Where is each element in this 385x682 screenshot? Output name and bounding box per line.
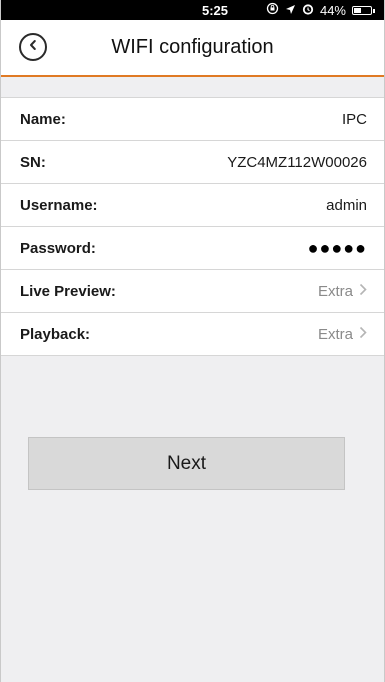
sn-value: YZC4MZ112W00026 [227, 153, 367, 171]
location-icon [285, 3, 296, 18]
nav-bar: WIFI configuration [1, 20, 384, 77]
status-icons: 44% [266, 2, 375, 18]
playback-value: Extra [317, 325, 353, 343]
playback-row[interactable]: Playback: Extra [1, 313, 384, 356]
page-title: WIFI configuration [111, 36, 274, 58]
username-label: Username: [20, 196, 98, 214]
playback-label: Playback: [20, 325, 91, 343]
lock-rotation-icon [266, 2, 279, 18]
battery-fill [354, 7, 362, 13]
app-screen: 5:25 44% WIFI configuration Name: IPC SN… [0, 0, 385, 682]
chevron-right-icon [359, 283, 367, 300]
name-row: Name: IPC [1, 98, 384, 141]
battery-icon [352, 5, 375, 15]
sn-label: SN: [20, 153, 46, 171]
name-value: IPC [341, 110, 367, 128]
status-time: 5:25 [202, 3, 229, 18]
live-preview-label: Live Preview: [20, 282, 116, 300]
sn-row: SN: YZC4MZ112W00026 [1, 141, 384, 184]
username-row: Username: admin [1, 184, 384, 227]
live-preview-row[interactable]: Live Preview: Extra [1, 270, 384, 313]
status-bar: 5:25 44% [1, 0, 384, 20]
password-label: Password: [20, 239, 96, 257]
live-preview-value: Extra [317, 282, 353, 300]
chevron-right-icon [359, 326, 367, 343]
settings-list: Name: IPC SN: YZC4MZ112W00026 Username: … [1, 97, 384, 356]
name-label: Name: [20, 110, 66, 128]
battery-percent: 44% [319, 2, 346, 18]
next-button[interactable]: Next [28, 437, 345, 490]
password-row: Password: ●●●●● [1, 227, 384, 270]
username-value: admin [326, 196, 367, 214]
password-value: ●●●●● [307, 237, 367, 258]
alarm-icon [302, 3, 314, 18]
